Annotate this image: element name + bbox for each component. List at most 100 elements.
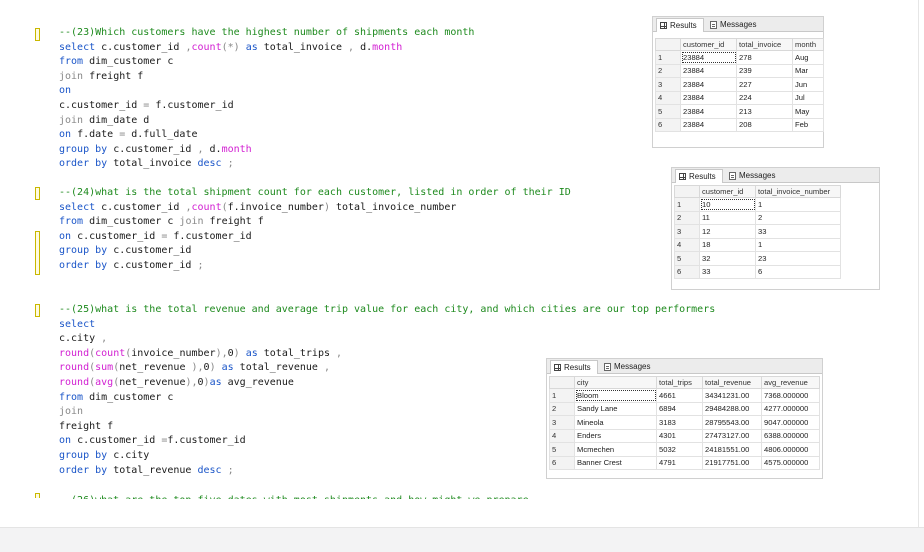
code-line[interactable]: order by c.customer_id ; — [59, 259, 571, 274]
code-line[interactable]: --(24)what is the total shipment count f… — [59, 186, 571, 201]
results-grid[interactable]: city total_trips total_revenue avg_revenue 1… — [549, 376, 820, 470]
tab-results[interactable]: Results — [675, 169, 723, 183]
table-cell[interactable]: 3183 — [656, 415, 703, 430]
table-row[interactable]: 4 Enders 4301 27473127.00 6388.000000 — [549, 428, 820, 443]
table-row[interactable]: 5 Mcmechen 5032 24181551.00 4806.000000 — [549, 442, 820, 457]
table-row[interactable]: 6 33 6 — [674, 264, 841, 279]
code-line[interactable]: from dim_customer c — [59, 55, 474, 70]
table-row[interactable]: 5 23884 213 May — [655, 104, 824, 119]
row-number[interactable]: 2 — [674, 210, 700, 225]
row-number[interactable]: 5 — [655, 104, 681, 119]
table-cell[interactable]: Bloom — [574, 388, 657, 403]
table-cell[interactable]: 4277.000000 — [761, 401, 820, 416]
row-number[interactable]: 1 — [674, 197, 700, 212]
table-row[interactable]: 1 23884 278 Aug — [655, 50, 824, 65]
table-cell[interactable]: 9047.000000 — [761, 415, 820, 430]
table-cell[interactable]: 23884 — [680, 104, 737, 119]
query-23-code[interactable]: --(23)Which customers have the highest n… — [59, 26, 474, 172]
table-cell[interactable]: 23884 — [680, 63, 737, 78]
breakpoint-marker[interactable] — [35, 187, 40, 200]
query-24-code[interactable]: --(24)what is the total shipment count f… — [59, 186, 571, 274]
table-cell[interactable]: 6894 — [656, 401, 703, 416]
table-row[interactable]: 1 10 1 — [674, 197, 841, 212]
table-cell[interactable]: Jul — [792, 90, 824, 105]
row-number[interactable]: 2 — [549, 401, 575, 416]
table-cell[interactable]: 227 — [736, 77, 793, 92]
table-cell[interactable]: May — [792, 104, 824, 119]
table-cell[interactable]: 34341231.00 — [702, 388, 762, 403]
code-line[interactable]: join dim_date d — [59, 114, 474, 129]
grid-corner[interactable] — [674, 185, 700, 198]
tab-messages[interactable]: Messages — [601, 360, 656, 373]
table-cell[interactable]: 23884 — [680, 90, 737, 105]
table-row[interactable]: 5 32 23 — [674, 251, 841, 266]
table-cell[interactable]: 1 — [755, 197, 841, 212]
table-row[interactable]: 4 18 1 — [674, 237, 841, 252]
table-cell[interactable]: 23884 — [680, 117, 737, 132]
table-row[interactable]: 6 Banner Crest 4791 21917751.00 4575.000000 — [549, 455, 820, 470]
table-row[interactable]: 3 12 33 — [674, 224, 841, 239]
table-cell[interactable]: 18 — [699, 237, 756, 252]
table-cell[interactable]: 4661 — [656, 388, 703, 403]
code-line[interactable]: select — [59, 318, 715, 333]
table-cell[interactable]: 33 — [755, 224, 841, 239]
table-cell[interactable]: Aug — [792, 50, 824, 65]
table-row[interactable]: 3 23884 227 Jun — [655, 77, 824, 92]
code-line[interactable]: join freight f — [59, 70, 474, 85]
column-header[interactable]: total_trips — [656, 376, 703, 389]
table-cell[interactable]: 23884 — [680, 77, 737, 92]
table-cell[interactable]: Banner Crest — [574, 455, 657, 470]
table-cell[interactable]: 12 — [699, 224, 756, 239]
breakpoint-marker[interactable] — [35, 28, 40, 41]
table-cell[interactable]: 2 — [755, 210, 841, 225]
code-line[interactable]: on f.date = d.full_date — [59, 128, 474, 143]
table-row[interactable]: 2 Sandy Lane 6894 29484288.00 4277.000000 — [549, 401, 820, 416]
tab-results[interactable]: Results — [656, 18, 704, 32]
row-number[interactable]: 4 — [549, 428, 575, 443]
table-cell[interactable]: 239 — [736, 63, 793, 78]
breakpoint-marker[interactable] — [35, 231, 40, 275]
row-number[interactable]: 6 — [655, 117, 681, 132]
tab-results[interactable]: Results — [550, 360, 598, 374]
table-row[interactable]: 2 23884 239 Mar — [655, 63, 824, 78]
code-line[interactable]: select c.customer_id , count(*) as total_… — [59, 41, 474, 56]
column-header[interactable]: total_revenue — [702, 376, 762, 389]
table-row[interactable]: 6 23884 208 Feb — [655, 117, 824, 132]
column-header[interactable]: avg_revenue — [761, 376, 820, 389]
table-cell[interactable]: 4806.000000 — [761, 442, 820, 457]
table-cell[interactable]: 33 — [699, 264, 756, 279]
grid-corner[interactable] — [549, 376, 575, 389]
row-number[interactable]: 1 — [655, 50, 681, 65]
table-cell[interactable]: 213 — [736, 104, 793, 119]
table-cell[interactable]: 28795543.00 — [702, 415, 762, 430]
table-cell[interactable]: Jun — [792, 77, 824, 92]
column-header[interactable]: customer_id — [680, 38, 737, 51]
row-number[interactable]: 3 — [655, 77, 681, 92]
table-cell[interactable]: Feb — [792, 117, 824, 132]
results-grid[interactable]: customer_id total_invoice_number 1 10 1 2 11 2 3… — [674, 185, 841, 279]
row-number[interactable]: 6 — [674, 264, 700, 279]
row-number[interactable]: 6 — [549, 455, 575, 470]
code-line[interactable]: c.city , — [59, 332, 715, 347]
code-line[interactable]: group by c.customer_id — [59, 244, 571, 259]
table-cell[interactable]: 24181551.00 — [702, 442, 762, 457]
table-cell[interactable]: 23884 — [680, 50, 737, 65]
table-cell[interactable]: 6388.000000 — [761, 428, 820, 443]
row-number[interactable]: 3 — [674, 224, 700, 239]
table-cell[interactable]: 7368.000000 — [761, 388, 820, 403]
code-line[interactable]: --(25)what is the total revenue and aver… — [59, 303, 715, 318]
column-header[interactable]: customer_id — [699, 185, 756, 198]
table-row[interactable]: 3 Mineola 3183 28795543.00 9047.000000 — [549, 415, 820, 430]
table-cell[interactable]: 6 — [755, 264, 841, 279]
table-cell[interactable]: 11 — [699, 210, 756, 225]
table-cell[interactable]: 208 — [736, 117, 793, 132]
code-line[interactable]: from dim_customer c join freight f — [59, 215, 571, 230]
breakpoint-marker[interactable] — [35, 304, 40, 317]
table-cell[interactable]: 278 — [736, 50, 793, 65]
table-row[interactable]: 1 Bloom 4661 34341231.00 7368.000000 — [549, 388, 820, 403]
table-cell[interactable]: Mcmechen — [574, 442, 657, 457]
row-number[interactable]: 5 — [549, 442, 575, 457]
tab-messages[interactable]: Messages — [726, 169, 781, 182]
row-number[interactable]: 1 — [549, 388, 575, 403]
sql-editor[interactable]: --(23)Which customers have the highest n… — [0, 0, 924, 527]
